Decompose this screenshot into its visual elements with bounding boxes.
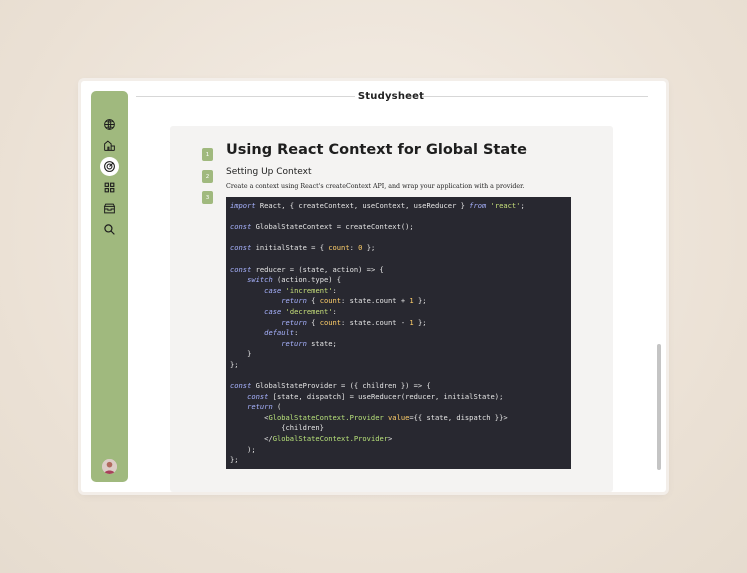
code-content: import React, { createContext, useContex… bbox=[230, 201, 525, 465]
archive-icon bbox=[103, 203, 116, 214]
avatar[interactable] bbox=[102, 459, 117, 474]
sidebar-item-archive[interactable] bbox=[100, 199, 119, 218]
sidebar-item-book[interactable] bbox=[100, 136, 119, 155]
app-title: Studysheet bbox=[357, 91, 425, 102]
section-title: Setting Up Context bbox=[226, 167, 312, 177]
content-panel: 1 2 3 Using React Context for Global Sta… bbox=[170, 126, 613, 492]
step-badge-2[interactable]: 2 bbox=[202, 170, 213, 183]
sidebar bbox=[91, 91, 128, 482]
section-paragraph: Create a context using React's createCon… bbox=[226, 183, 525, 190]
user-avatar-icon bbox=[102, 459, 117, 474]
step-badge-1[interactable]: 1 bbox=[202, 148, 213, 161]
target-icon bbox=[104, 161, 115, 172]
sidebar-item-search[interactable] bbox=[100, 220, 119, 239]
book-icon bbox=[104, 140, 115, 151]
grid-icon bbox=[104, 182, 115, 193]
page-title: Using React Context for Global State bbox=[226, 142, 527, 158]
atom-icon bbox=[104, 119, 115, 130]
app-window: Studysheet 1 2 3 Using React Context for… bbox=[81, 81, 666, 492]
sidebar-item-target[interactable] bbox=[100, 157, 119, 176]
sidebar-item-atom[interactable] bbox=[100, 115, 119, 134]
sidebar-item-grid[interactable] bbox=[100, 178, 119, 197]
step-badge-3[interactable]: 3 bbox=[202, 191, 213, 204]
scrollbar[interactable] bbox=[657, 344, 661, 470]
code-block[interactable]: import React, { createContext, useContex… bbox=[226, 197, 571, 469]
search-icon bbox=[104, 224, 115, 235]
header-divider-right bbox=[422, 96, 648, 97]
header-divider-left bbox=[136, 96, 355, 97]
